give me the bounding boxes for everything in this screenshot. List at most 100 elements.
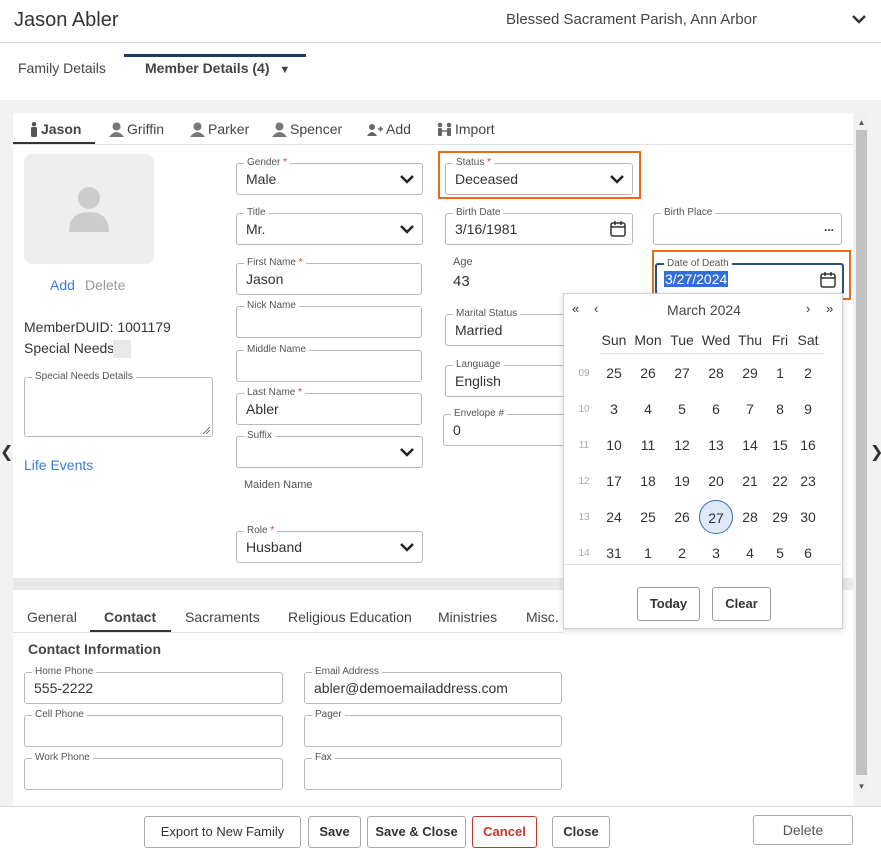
scrollbar-thumb[interactable] [856, 130, 867, 775]
datepicker-day[interactable]: 20 [699, 464, 733, 498]
delete-member-button[interactable]: Delete [753, 815, 853, 845]
marital-status-select[interactable]: Marital Status Married [445, 307, 570, 346]
datepicker-day[interactable]: 4 [631, 392, 665, 426]
datepicker-day[interactable]: 28 [699, 356, 733, 390]
datepicker-day[interactable]: 2 [791, 356, 825, 390]
datepicker-day[interactable]: 17 [597, 464, 631, 498]
member-tab-spencer[interactable]: Spencer [272, 121, 342, 137]
last-name-input[interactable]: Last Name * Abler [236, 386, 422, 425]
member-name-title: Jason Abler [14, 9, 119, 31]
fax-input[interactable]: Fax [304, 751, 562, 790]
delete-photo-link[interactable]: Delete [85, 277, 125, 293]
today-button[interactable]: Today [637, 587, 700, 621]
gender-select[interactable]: Gender * Male [236, 156, 423, 195]
datepicker-day[interactable]: 29 [733, 356, 767, 390]
add-photo-link[interactable]: Add [50, 277, 75, 293]
cancel-button[interactable]: Cancel [472, 816, 537, 848]
datepicker-day[interactable]: 10 [597, 428, 631, 462]
special-needs-details-textarea[interactable]: Special Needs Details [24, 370, 213, 437]
status-select[interactable]: Status * Deceased [445, 156, 633, 195]
role-select[interactable]: Role * Husband [236, 524, 423, 563]
envelope-input[interactable]: Envelope # 0 [443, 407, 570, 446]
datepicker-day[interactable]: 30 [791, 500, 825, 534]
datepicker-day[interactable]: 21 [733, 464, 767, 498]
datepicker-day[interactable]: 14 [733, 428, 767, 462]
birth-date-input[interactable]: Birth Date 3/16/1981 [445, 206, 633, 245]
tab-misc[interactable]: Misc. [526, 609, 559, 625]
tab-religious-education[interactable]: Religious Education [288, 609, 412, 625]
datepicker-day[interactable]: 5 [665, 392, 699, 426]
language-select[interactable]: Language English [445, 358, 570, 397]
datepicker-day[interactable]: 12 [665, 428, 699, 462]
title-select[interactable]: Title Mr. [236, 206, 423, 245]
datepicker-day[interactable]: 25 [597, 356, 631, 390]
save-and-close-button[interactable]: Save & Close [367, 816, 466, 848]
cell-phone-input[interactable]: Cell Phone [24, 708, 283, 747]
add-member-tab[interactable]: Add [367, 121, 411, 137]
datepicker-day[interactable]: 24 [597, 500, 631, 534]
age-label: Age [453, 256, 473, 268]
datepicker-day[interactable]: 6 [699, 392, 733, 426]
email-input[interactable]: Email Address abler@demoemailaddress.com [304, 665, 562, 704]
datepicker-day[interactable]: 18 [631, 464, 665, 498]
life-events-link[interactable]: Life Events [24, 457, 93, 473]
datepicker-day[interactable]: 28 [733, 500, 767, 534]
scroll-down-icon[interactable]: ▼ [855, 780, 868, 793]
tab-ministries[interactable]: Ministries [438, 609, 497, 625]
import-member-tab[interactable]: Import [437, 121, 495, 137]
datepicker-month-label[interactable]: March 2024 [564, 302, 844, 318]
member-tab-label: Jason [41, 121, 82, 137]
datepicker-day[interactable]: 27 [665, 356, 699, 390]
special-needs-checkbox[interactable] [113, 340, 131, 358]
work-phone-input[interactable]: Work Phone [24, 751, 283, 790]
datepicker-day[interactable]: 19 [665, 464, 699, 498]
tab-member-details[interactable]: Member Details (4) ▼ [145, 60, 290, 76]
birth-place-input[interactable]: Birth Place ... [653, 206, 842, 245]
close-button[interactable]: Close [552, 816, 610, 848]
tab-family-details[interactable]: Family Details [18, 60, 106, 76]
scroll-up-icon[interactable]: ▲ [855, 116, 868, 129]
datepicker-day[interactable]: 25 [631, 500, 665, 534]
middle-name-input[interactable]: Middle Name [236, 343, 422, 382]
datepicker-day[interactable]: 11 [631, 428, 665, 462]
active-tab-underline [124, 54, 306, 57]
pager-input[interactable]: Pager [304, 708, 562, 747]
chevron-down-icon[interactable] [850, 10, 868, 28]
tab-sacraments[interactable]: Sacraments [185, 609, 260, 625]
tab-general[interactable]: General [27, 609, 77, 625]
next-month-button[interactable]: › [806, 301, 810, 316]
member-tab-parker[interactable]: Parker [190, 121, 249, 137]
next-year-button[interactable]: » [826, 301, 833, 316]
clear-date-button[interactable]: Clear [712, 587, 771, 621]
datepicker-day[interactable]: 26 [665, 500, 699, 534]
home-phone-input[interactable]: Home Phone 555-2222 [24, 665, 283, 704]
member-tab-jason[interactable]: Jason [30, 121, 81, 137]
first-name-input[interactable]: First Name * Jason [236, 256, 422, 295]
datepicker-day[interactable]: 26 [631, 356, 665, 390]
calendar-icon[interactable] [820, 271, 836, 288]
datepicker-day[interactable]: 3 [597, 392, 631, 426]
datepicker-selected-day[interactable]: 27 [699, 500, 733, 534]
export-to-new-family-button[interactable]: Export to New Family [144, 816, 301, 848]
birth-place-more-button[interactable]: ... [824, 220, 834, 234]
datepicker-day[interactable]: 16 [791, 428, 825, 462]
member-tab-label: Parker [208, 121, 250, 137]
datepicker-day[interactable]: 23 [791, 464, 825, 498]
member-tab-griffin[interactable]: Griffin [109, 121, 164, 137]
calendar-icon[interactable] [610, 220, 626, 237]
suffix-select[interactable]: Suffix [236, 429, 423, 468]
required-marker: * [487, 157, 492, 168]
nick-name-input[interactable]: Nick Name [236, 299, 422, 338]
previous-member-icon[interactable]: ❮ [0, 442, 13, 462]
next-member-icon[interactable]: ❯ [870, 442, 881, 462]
datepicker-day[interactable]: 13 [699, 428, 733, 462]
save-button[interactable]: Save [308, 816, 361, 848]
datepicker-day[interactable]: 9 [791, 392, 825, 426]
parish-selector-label[interactable]: Blessed Sacrament Parish, Ann Arbor [506, 11, 757, 28]
datepicker-day[interactable]: 7 [733, 392, 767, 426]
tab-contact[interactable]: Contact [104, 609, 156, 625]
users-import-icon [437, 122, 452, 136]
home-phone-label: Home Phone [32, 665, 97, 679]
date-of-death-input[interactable]: Date of Death 3/27/2024 [655, 257, 844, 295]
gender-value: Male [246, 171, 277, 187]
